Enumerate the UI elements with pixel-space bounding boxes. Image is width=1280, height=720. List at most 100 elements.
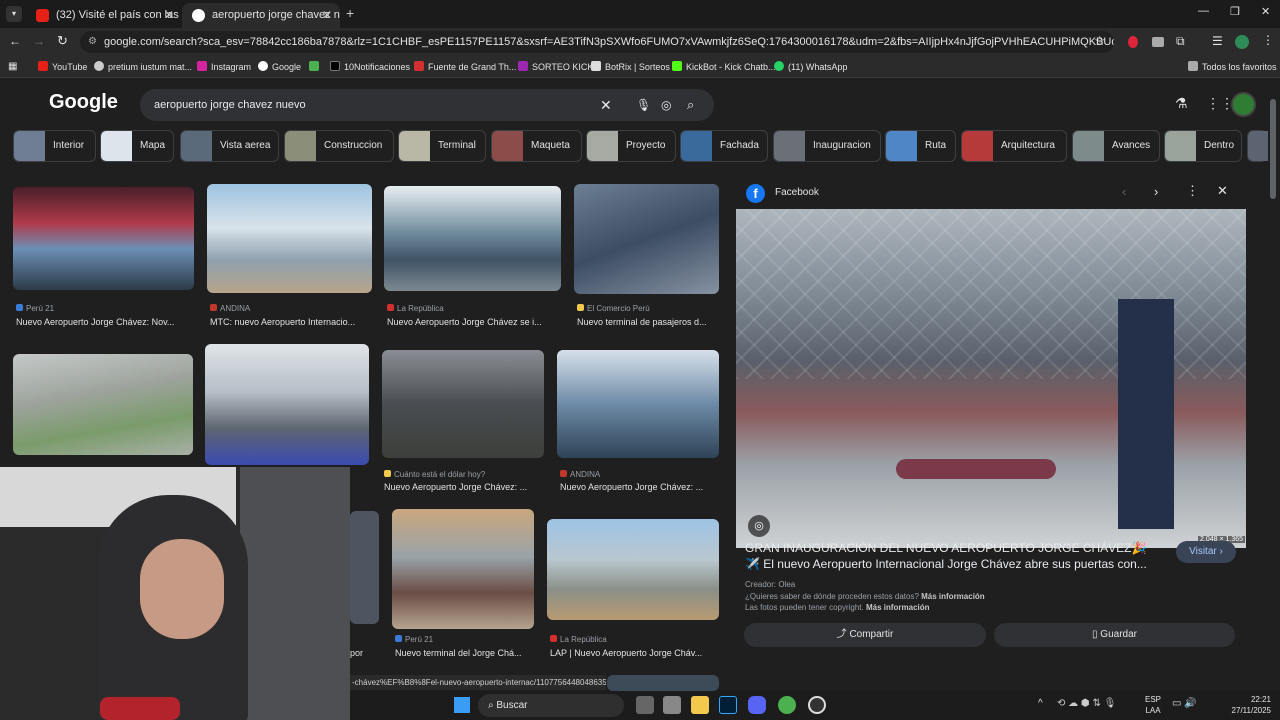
bookmark-botrix[interactable]: BotRix | Sorteos: [591, 60, 670, 74]
result-image[interactable]: [574, 184, 719, 294]
save-button[interactable]: ▯ Guardar: [994, 623, 1235, 647]
bookmark-sorteo-kick[interactable]: SORTEO KICK: [518, 60, 593, 74]
result-caption[interactable]: por: [350, 648, 376, 658]
extension-icon[interactable]: [1128, 36, 1138, 48]
result-image[interactable]: [382, 350, 544, 458]
extensions-puzzle-icon[interactable]: ⧉: [1176, 34, 1185, 49]
profile-avatar[interactable]: [1235, 35, 1249, 49]
search-input[interactable]: aeropuerto jorge chavez nuevo ✕ 🎙 ◎ ⌕: [140, 89, 714, 121]
chip-ruta[interactable]: Ruta: [885, 130, 956, 162]
language-indicator[interactable]: ESP LAA: [1145, 694, 1161, 716]
bookmark-instagram[interactable]: Instagram: [197, 60, 251, 74]
bookmark-fuente[interactable]: Fuente de Grand Th...: [414, 60, 516, 74]
result-image[interactable]: [384, 186, 561, 291]
obs-icon[interactable]: [808, 696, 826, 714]
preview-source[interactable]: Facebook: [775, 187, 819, 198]
chip-dentro[interactable]: Dentro: [1164, 130, 1242, 162]
chip-more[interactable]: [1247, 130, 1268, 162]
preview-title[interactable]: GRAN INAUGURACIÓN DEL NUEVO AEROPUERTO J…: [745, 540, 1163, 572]
microphone-icon[interactable]: 🎙: [636, 89, 651, 121]
chip-avances[interactable]: Avances: [1072, 130, 1160, 162]
preview-image[interactable]: ◎ 2.048 × 1.365: [736, 209, 1246, 548]
result-caption[interactable]: Nuevo Aeropuerto Jorge Chávez: Nov...: [16, 317, 192, 327]
tab-google-search[interactable]: aeropuerto jorge chavez nuevo ✕: [182, 3, 340, 28]
bookmark-unnamed[interactable]: [309, 60, 323, 74]
result-image[interactable]: [13, 354, 193, 455]
apps-grid-icon[interactable]: ▦: [8, 61, 17, 72]
chip-interior[interactable]: Interior: [13, 130, 96, 162]
result-image[interactable]: [547, 519, 719, 620]
app-icon[interactable]: [663, 696, 681, 714]
chip-proyecto[interactable]: Proyecto: [586, 130, 676, 162]
next-arrow-icon[interactable]: ›: [1154, 184, 1158, 199]
minimize-icon[interactable]: —: [1198, 5, 1209, 17]
page-scrollbar[interactable]: [1270, 99, 1276, 199]
close-tab-icon[interactable]: ✕: [322, 3, 332, 28]
discord-icon[interactable]: [748, 696, 766, 714]
result-source[interactable]: Perú 21: [395, 635, 433, 644]
clock[interactable]: 22:21 27/11/2025: [1221, 694, 1271, 716]
result-caption[interactable]: Nuevo terminal del Jorge Chá...: [395, 648, 533, 658]
result-caption[interactable]: Nuevo terminal de pasajeros d...: [577, 317, 717, 327]
result-caption[interactable]: Nuevo Aeropuerto Jorge Chávez: ...: [384, 482, 542, 492]
prev-arrow-icon[interactable]: ‹: [1122, 184, 1126, 199]
visit-button[interactable]: Visitar ›: [1176, 541, 1236, 563]
result-image[interactable]: [392, 509, 534, 629]
search-icon[interactable]: ⌕: [687, 89, 694, 121]
result-caption[interactable]: Nuevo Aeropuerto Jorge Chávez: ...: [560, 482, 717, 492]
extension-icon[interactable]: [1152, 37, 1164, 47]
menu-icon[interactable]: ⋮: [1262, 33, 1274, 47]
result-source[interactable]: ANDINA: [210, 304, 250, 313]
chip-fachada[interactable]: Fachada: [680, 130, 768, 162]
chip-inauguracion[interactable]: Inauguracion: [773, 130, 881, 162]
back-icon[interactable]: ←: [9, 34, 21, 48]
task-view-icon[interactable]: [636, 696, 654, 714]
tab-search-icon[interactable]: ▾: [6, 6, 22, 22]
result-source[interactable]: El Comercio Perú: [577, 304, 650, 313]
labs-flask-icon[interactable]: ⚗: [1175, 95, 1188, 112]
site-info-icon[interactable]: ⚙: [88, 31, 97, 53]
google-logo[interactable]: Google: [49, 91, 118, 114]
windows-start-icon[interactable]: [454, 697, 470, 713]
result-caption[interactable]: Nuevo Aeropuerto Jorge Chávez se i...: [387, 317, 559, 327]
result-image[interactable]: [207, 184, 372, 293]
bookmark-youtube[interactable]: YouTube: [38, 60, 87, 74]
more-info-link[interactable]: Más información: [921, 592, 985, 601]
bookmark-star-icon[interactable]: ☆: [1094, 33, 1106, 49]
result-caption[interactable]: LAP | Nuevo Aeropuerto Jorge Cháv...: [550, 648, 717, 658]
taskbar-search[interactable]: ⌕ Buscar: [478, 694, 624, 717]
clear-icon[interactable]: ✕: [600, 89, 612, 121]
network-volume-icons[interactable]: ▭ 🔊: [1172, 698, 1197, 709]
photoshop-icon[interactable]: [719, 696, 737, 714]
chip-mapa[interactable]: Mapa: [100, 130, 174, 162]
tray-icons[interactable]: ⟲ ☁ ⬢ ⇅ 🎙: [1057, 698, 1116, 709]
tab-youtube[interactable]: (32) Visité el país con las leyes ✕: [26, 3, 182, 28]
share-button[interactable]: ⤴ Compartir: [744, 623, 986, 647]
chip-vista-aerea[interactable]: Vista aerea: [180, 130, 279, 162]
result-image[interactable]: [607, 675, 719, 691]
more-options-icon[interactable]: ⋮: [1186, 183, 1199, 199]
result-image[interactable]: [557, 350, 719, 458]
bookmark-whatsapp[interactable]: (11) WhatsApp: [774, 60, 847, 74]
result-source[interactable]: Cuánto está el dólar hoy?: [384, 470, 485, 479]
result-caption[interactable]: MTC: nuevo Aeropuerto Internacio...: [210, 317, 370, 327]
forward-icon[interactable]: →: [33, 34, 45, 48]
tray-chevron-icon[interactable]: ^: [1038, 698, 1043, 709]
address-bar[interactable]: ⚙ google.com/search?sca_esv=78842cc186ba…: [80, 31, 1114, 53]
file-explorer-icon[interactable]: [691, 696, 709, 714]
result-source[interactable]: La República: [550, 635, 607, 644]
chip-arquitectura[interactable]: Arquitectura: [961, 130, 1067, 162]
account-avatar[interactable]: [1231, 92, 1256, 117]
google-apps-icon[interactable]: ⋮⋮: [1206, 95, 1234, 112]
result-image[interactable]: [350, 511, 379, 624]
result-image[interactable]: [13, 187, 194, 290]
lens-search-icon[interactable]: ◎: [748, 515, 770, 537]
chip-construccion[interactable]: Construccion: [284, 130, 394, 162]
bookmark-kickbot[interactable]: KickBot - Kick Chatb...: [672, 60, 776, 74]
bookmark-x[interactable]: 10Notificaciones: [330, 60, 410, 74]
result-image[interactable]: [205, 344, 369, 465]
bookmark-pretium[interactable]: pretium iustum mat...: [94, 60, 192, 74]
all-bookmarks[interactable]: Todos los favoritos: [1188, 60, 1277, 74]
close-tab-icon[interactable]: ✕: [164, 3, 174, 28]
lens-icon[interactable]: ◎: [661, 89, 671, 121]
